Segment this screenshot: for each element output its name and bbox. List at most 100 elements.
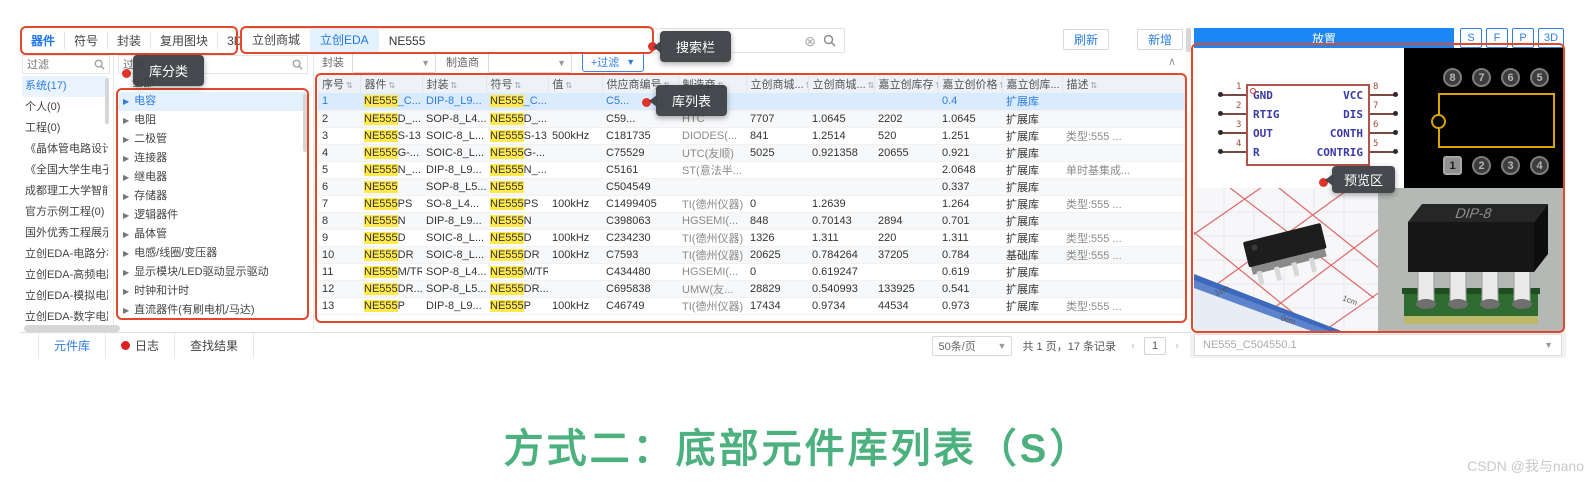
prev-page-button[interactable]: ‹ [1126,340,1140,352]
sidebar-item[interactable]: 工程(0) [22,118,108,139]
category-item[interactable]: ▶二极管 [118,130,306,149]
next-page-button[interactable]: › [1170,340,1184,352]
add-filter-button[interactable]: +过滤▼ [582,52,644,72]
footprint-pad[interactable]: 4 [1530,156,1549,175]
footprint-pad[interactable]: 8 [1443,68,1462,87]
category-item[interactable]: ▶电感/线圈/变压器 [118,244,306,263]
sidebar-item[interactable]: 国外优秀工程展示 [22,223,108,244]
top-tab[interactable]: 复用图块 [151,32,218,49]
table-row[interactable]: 12NE555DR...SOP-8_L5...NE555DR...C695838… [318,280,1186,297]
footprint-pad[interactable]: 2 [1472,156,1491,175]
category-item[interactable]: ▶显示模块/LED驱动显示驱动 [118,263,306,282]
scrollbar-thumb[interactable] [105,78,109,124]
scrollbar-thumb[interactable] [1186,28,1191,52]
category-item[interactable]: ▶逻辑器件 [118,206,306,225]
library-filter-input[interactable] [27,59,94,71]
tab-component-library[interactable]: 元件库 [38,333,106,358]
add-new-button[interactable]: 新增 [1137,29,1183,50]
current-page-button[interactable]: 1 [1144,337,1166,355]
column-header[interactable]: 符号⇅ [486,75,548,93]
table-row[interactable]: 1NE555_C...DIP-8_L9...NE555_C...C5...0.4… [318,93,1186,110]
sort-icon[interactable]: ⇅ [451,81,458,90]
table-row[interactable]: 11NE555M/TRSOP-8_L4...NE555M/TRC434480HG… [318,263,1186,280]
top-tab[interactable]: 符号 [65,32,108,49]
sort-icon[interactable]: ⇅ [566,81,573,90]
column-header[interactable]: 器件⇅ [360,75,422,93]
table-row[interactable]: 6NE555SOP-8_L5...NE555C5045490.337扩展库 [318,178,1186,195]
sort-icon[interactable]: ⇅ [389,81,396,90]
source-tab-store[interactable]: 立创商城 [242,29,310,52]
tab-search-result[interactable]: 查找结果 [175,333,254,358]
view-button-f[interactable]: F [1486,28,1508,48]
category-item[interactable]: ▶连接器 [118,149,306,168]
sidebar-item[interactable]: 《全国大学生电子 [22,160,108,181]
table-row[interactable]: 10NE555DRSOIC-8_L...NE555DR100kHzC7593TI… [318,246,1186,263]
product-photo-preview[interactable]: 1cm 0cm 1cm [1194,188,1378,332]
filter-search-icon[interactable] [292,59,303,70]
table-row[interactable]: 3NE555S-13SOIC-8_L...NE555S-13500kHzC181… [318,127,1186,144]
sidebar-item[interactable]: 官方示例工程(0) [22,202,108,223]
footprint-pad[interactable]: 6 [1501,68,1520,87]
search-input[interactable] [379,34,805,48]
category-item[interactable]: ▶继电器 [118,168,306,187]
top-tab[interactable]: 封装 [108,32,151,49]
sidebar-item[interactable]: 立创EDA-电路分析 [22,244,108,265]
source-tab-eda[interactable]: 立创EDA [310,29,379,52]
footprint-pad[interactable]: 1 [1443,156,1462,175]
manufacturer-select[interactable]: ▼ [488,53,572,73]
view-button-s[interactable]: S [1460,28,1482,48]
sort-icon[interactable]: ⇅ [346,81,353,90]
clear-search-icon[interactable]: ⊗ [804,34,816,48]
table-row[interactable]: 4NE555G-...SOIC-8_L...NE555G-...C75529UT… [318,144,1186,161]
sidebar-item[interactable]: 立创EDA-高频电路 [22,265,108,286]
component-select[interactable]: NE555_C504550.1 ▼ [1194,334,1562,356]
column-header[interactable]: 值⇅ [548,75,602,93]
place-button[interactable]: 放置 [1194,28,1454,48]
footprint-preview[interactable]: 8765 1234 [1404,48,1564,188]
column-header[interactable]: 嘉立创库...⇅ [1002,75,1062,93]
package-select[interactable]: ▼ [352,53,436,73]
view-button-3d[interactable]: 3D [1538,28,1564,48]
scrollbar-thumb[interactable] [24,325,120,332]
table-row[interactable]: 2NE555D_...SOP-8_L4...NE555D_...C59...HT… [318,110,1186,127]
table-row[interactable]: 9NE555DSOIC-8_L...NE555D100kHzC234230TI(… [318,229,1186,246]
sort-icon[interactable]: ⇅ [515,81,522,90]
table-row[interactable]: 8NE555NDIP-8_L9...NE555NC398063HGSEMI(..… [318,212,1186,229]
footprint-pad[interactable]: 3 [1501,156,1520,175]
category-item[interactable]: ▶电容 [118,92,306,111]
sidebar-item[interactable]: 个人(0) [22,97,108,118]
column-header[interactable]: 立创商城...⇅ [746,75,808,93]
table-row[interactable]: 13NE555PDIP-8_L9...NE555P100kHzC46749TI(… [318,297,1186,314]
column-header[interactable]: 立创商城...⇅ [808,75,874,93]
sort-icon[interactable]: ⇅ [1091,81,1098,90]
search-icon[interactable] [823,34,836,47]
collapse-chevron-icon[interactable]: ∧ [1168,55,1176,68]
scrollbar-thumb[interactable] [303,94,307,152]
sidebar-item[interactable]: 系统(17) [22,76,108,97]
column-header[interactable]: 嘉立创库存⇅ [874,75,938,93]
filter-search-icon[interactable] [94,59,105,70]
view-button-p[interactable]: P [1512,28,1534,48]
column-header[interactable]: 描述⇅ [1062,75,1186,93]
footprint-pad[interactable]: 7 [1472,68,1491,87]
tab-log[interactable]: 日志 [106,333,175,358]
sidebar-item[interactable]: 《晶体管电路设计》 [22,139,108,160]
footprint-pad[interactable]: 5 [1530,68,1549,87]
top-tab[interactable]: 器件 [22,32,65,49]
column-header[interactable]: 嘉立创价格⇅ [938,75,1002,93]
category-item[interactable]: ▶电阻 [118,111,306,130]
table-row[interactable]: 7NE555PSSO-8_L4...NE555PS100kHzC1499405T… [318,195,1186,212]
sidebar-item[interactable]: 立创EDA-模拟电路 [22,286,108,307]
sort-icon[interactable]: ⇅ [868,81,874,90]
table-row[interactable]: 5NE555N_...DIP-8_L9...NE555N_...C5161ST(… [318,161,1186,178]
model-3d-preview[interactable]: DIP-8 [1378,188,1564,332]
category-item[interactable]: ▶时钟和计时 [118,282,306,301]
page-size-select[interactable]: 50条/页▼ [932,336,1012,356]
category-item[interactable]: ▶存储器 [118,187,306,206]
column-header[interactable]: 封装⇅ [422,75,486,93]
column-header[interactable]: 序号⇅ [318,75,360,93]
sidebar-item[interactable]: 成都理工大学智能 [22,181,108,202]
refresh-button[interactable]: 刷新 [1063,29,1109,50]
category-item[interactable]: ▶直流器件(有刷电机/马达) [118,301,306,320]
category-item[interactable]: ▶晶体管 [118,225,306,244]
